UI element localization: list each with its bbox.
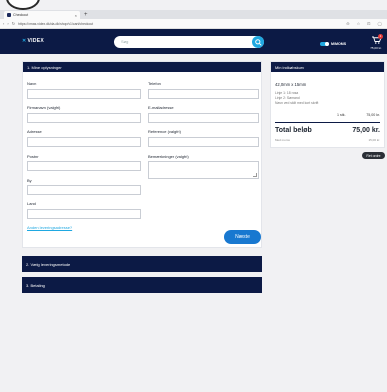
total-label: Total beløb bbox=[275, 127, 312, 134]
product-detail-line: Linje 2: Sømand bbox=[275, 96, 300, 100]
postal-label: Postnr bbox=[27, 154, 39, 159]
logo-mark-icon: ✕ bbox=[22, 38, 27, 44]
browser-address-bar: ‹ › ↻ https://xmas.videx.dk/da-dk/shop/v… bbox=[0, 19, 387, 29]
email-label: E-mailadresse bbox=[148, 105, 174, 110]
bookmark-star-icon[interactable]: ☆ bbox=[357, 21, 361, 26]
product-detail-line: Navn ved skilt med kort skrift bbox=[275, 101, 319, 105]
vat-label: Med moms bbox=[275, 138, 290, 142]
remarks-textarea[interactable] bbox=[148, 161, 259, 179]
logo-text: VIDEX bbox=[27, 38, 45, 44]
country-field[interactable] bbox=[27, 209, 141, 219]
product-quantity: 1 stk. bbox=[337, 113, 346, 117]
device-camera-bump bbox=[6, 0, 40, 10]
cart-amount: 75,00 kr. bbox=[370, 46, 382, 50]
product-price: 75,00 kr. bbox=[366, 113, 380, 117]
section-2-header[interactable]: 2. Vælg leveringsmetode bbox=[22, 256, 262, 272]
search-icon bbox=[254, 38, 262, 46]
postal-field[interactable] bbox=[27, 161, 141, 171]
product-price-row: 1 stk. 75,00 kr. bbox=[275, 113, 380, 119]
summary-divider bbox=[275, 122, 380, 123]
section-3-header[interactable]: 3. Betaling bbox=[22, 277, 262, 293]
product-name: 42,0mm x 15mm bbox=[275, 82, 307, 87]
search-input[interactable]: Søg bbox=[121, 39, 128, 44]
vat-toggle[interactable] bbox=[320, 42, 329, 46]
edit-order-button[interactable]: Ret ordre bbox=[362, 152, 385, 159]
new-tab-icon[interactable]: + bbox=[84, 11, 88, 19]
forward-icon[interactable]: › bbox=[7, 21, 8, 26]
section-1-header[interactable]: 1. Mine oplysninger bbox=[23, 62, 261, 72]
zoom-icon[interactable]: ⊖ bbox=[346, 21, 349, 26]
company-label: Firmanavn (valgfri) bbox=[27, 105, 61, 110]
phone-label: Telefon bbox=[148, 81, 161, 86]
site-header: ✕ VIDEX Søg M/MOMS 1 75,00 kr. bbox=[0, 29, 387, 54]
country-label: Land bbox=[27, 201, 36, 206]
name-label: Navn bbox=[27, 81, 37, 86]
cart-summary-card: Min indkøbskurv 42,0mm x 15mm Linje 1: 1… bbox=[270, 61, 385, 148]
browser-tab[interactable]: Checkout × bbox=[4, 11, 80, 19]
customer-info-card: 1. Mine oplysninger Navn Telefon Firmana… bbox=[22, 61, 262, 248]
email-field[interactable] bbox=[148, 113, 259, 123]
product-detail-line: Linje 1: 18 rosa bbox=[275, 91, 299, 95]
other-delivery-address-link[interactable]: Anden leveringsadresse? bbox=[27, 225, 72, 230]
browser-tabbar: Checkout × + bbox=[0, 10, 387, 19]
remarks-label: Bemærkninger (valgfri) bbox=[148, 154, 189, 159]
device-screen: Checkout × + ‹ › ↻ https://xmas.videx.dk… bbox=[0, 0, 387, 392]
cart-count-badge: 1 bbox=[378, 34, 383, 39]
name-field[interactable] bbox=[27, 89, 141, 99]
cart-button[interactable]: 1 75,00 kr. bbox=[368, 34, 384, 50]
browser-tab-title: Checkout bbox=[13, 13, 29, 17]
city-field[interactable] bbox=[27, 185, 141, 195]
extensions-icon[interactable]: ⊡ bbox=[367, 21, 370, 26]
back-icon[interactable]: ‹ bbox=[3, 21, 4, 26]
videx-logo[interactable]: ✕ VIDEX bbox=[22, 38, 44, 44]
address-field[interactable] bbox=[27, 137, 141, 147]
reload-icon[interactable]: ↻ bbox=[12, 21, 15, 26]
reference-label: Reference (valgfri) bbox=[148, 129, 181, 134]
address-label: Adresse bbox=[27, 129, 42, 134]
city-label: By bbox=[27, 178, 32, 183]
phone-field[interactable] bbox=[148, 89, 259, 99]
vat-toggle-label: M/MOMS bbox=[331, 42, 347, 46]
next-button[interactable]: Næste bbox=[224, 230, 261, 244]
vat-value: 15,00 kr. bbox=[368, 138, 380, 142]
reference-field[interactable] bbox=[148, 137, 259, 147]
cart-summary-header: Min indkøbskurv bbox=[271, 62, 384, 72]
search-button[interactable] bbox=[252, 36, 264, 48]
url-field[interactable]: https://xmas.videx.dk/da-dk/shop/v1/cart… bbox=[18, 22, 343, 26]
company-field[interactable] bbox=[27, 113, 141, 123]
profile-icon[interactable]: ◯ bbox=[378, 21, 382, 26]
search-bar[interactable]: Søg bbox=[114, 36, 264, 48]
total-value: 75,00 kr. bbox=[352, 127, 380, 134]
favicon-icon bbox=[7, 13, 11, 17]
close-tab-icon[interactable]: × bbox=[75, 13, 77, 18]
